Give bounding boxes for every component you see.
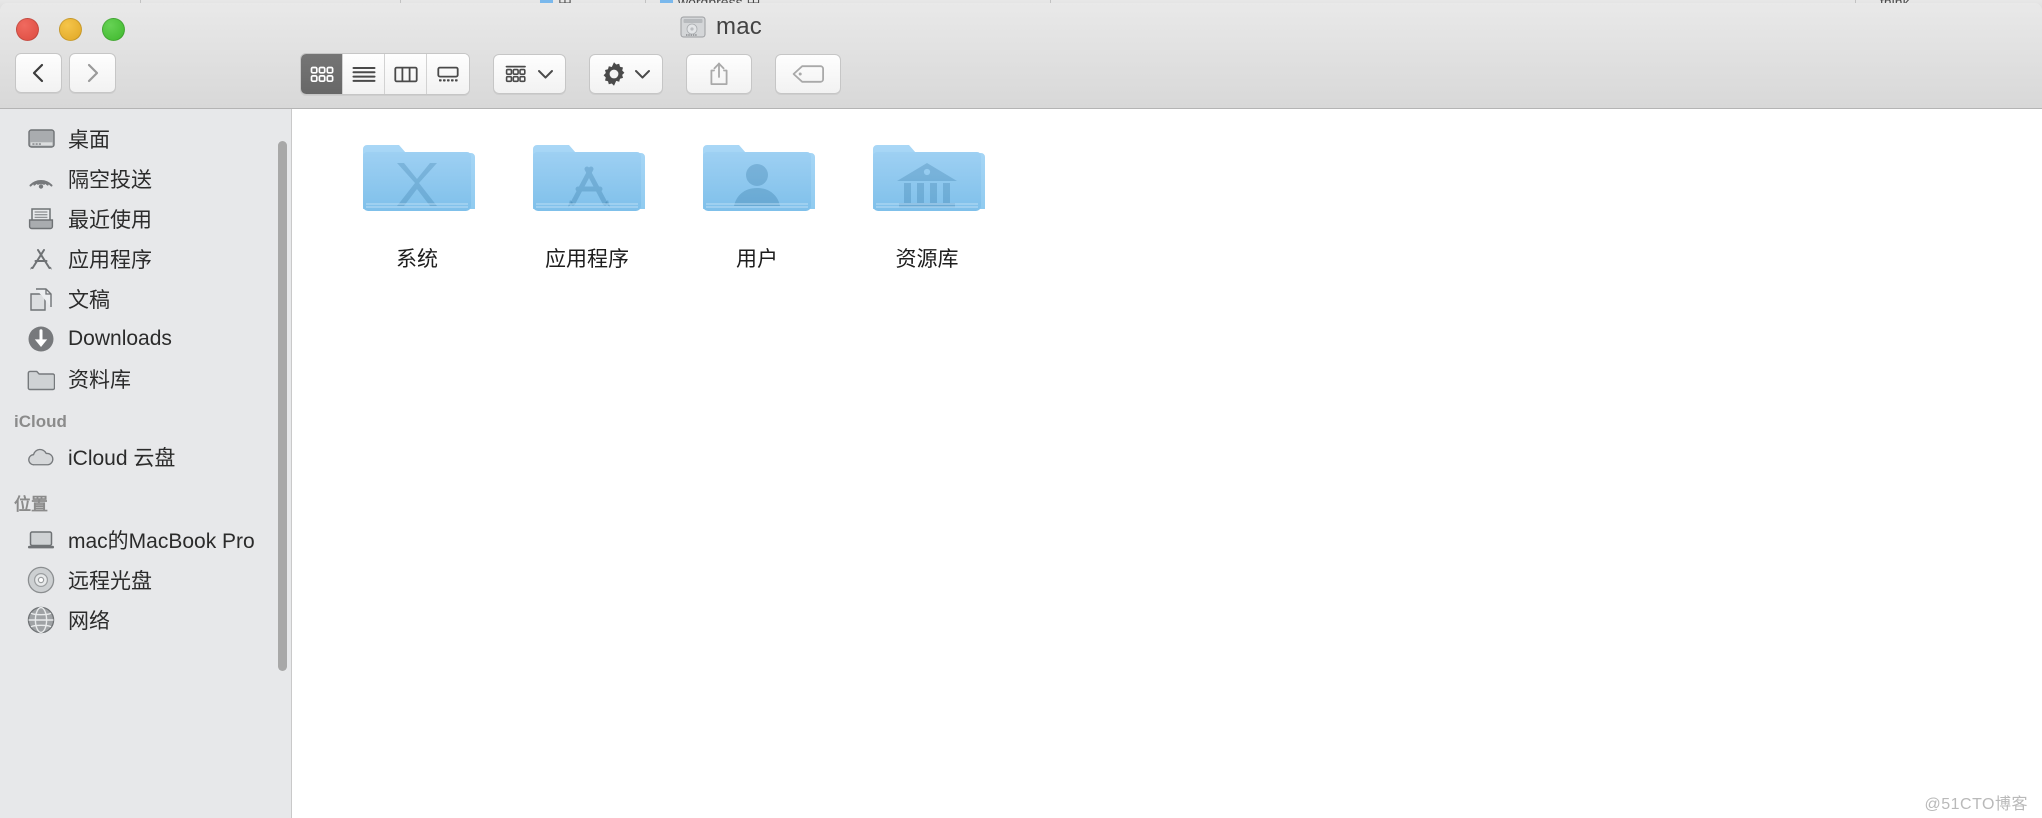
finder-toolbar bbox=[300, 53, 841, 95]
forward-button[interactable] bbox=[69, 53, 116, 93]
sidebar-item-icloud-drive[interactable]: iCloud 云盘 bbox=[0, 437, 291, 477]
folder-icon bbox=[27, 365, 55, 393]
action-button[interactable] bbox=[589, 54, 663, 94]
sidebar-item-airdrop[interactable]: 隔空投送 bbox=[0, 159, 291, 199]
chevron-left-icon bbox=[32, 63, 44, 83]
sidebar-item-network[interactable]: 网络 bbox=[0, 600, 291, 640]
sidebar-item-label: iCloud 云盘 bbox=[68, 447, 176, 470]
sidebar-item-label: 应用程序 bbox=[68, 249, 152, 272]
minimize-window-button[interactable] bbox=[59, 18, 82, 41]
file-label: 应用程序 bbox=[545, 248, 629, 271]
column-view-button[interactable] bbox=[385, 54, 427, 94]
sidebar-item-desktop[interactable]: 桌面 bbox=[0, 119, 291, 159]
cloud-icon bbox=[27, 443, 55, 471]
sidebar-item-applications[interactable]: 应用程序 bbox=[0, 239, 291, 279]
sidebar-item-recents[interactable]: 最近使用 bbox=[0, 199, 291, 239]
sidebar-item-label: mac的MacBook Pro bbox=[68, 530, 255, 553]
airdrop-icon bbox=[27, 165, 55, 193]
sidebar-item-label: Downloads bbox=[68, 327, 172, 350]
sidebar-item-remote-disc[interactable]: 远程光盘 bbox=[0, 560, 291, 600]
sidebar: 桌面 隔空投送 最近使用 应用程序 文稿 Downloads 资料库 iClou… bbox=[0, 109, 292, 818]
file-label: 系统 bbox=[396, 248, 438, 271]
gear-icon bbox=[603, 62, 625, 86]
traffic-lights bbox=[16, 18, 125, 41]
tag-icon bbox=[792, 65, 824, 83]
navigation-buttons bbox=[15, 53, 116, 93]
grid-icon bbox=[310, 66, 333, 82]
hard-drive-icon bbox=[680, 16, 706, 38]
sidebar-item-macbook-pro[interactable]: mac的MacBook Pro bbox=[0, 520, 291, 560]
downloads-icon bbox=[27, 325, 55, 353]
file-item[interactable]: 应用程序 bbox=[502, 131, 672, 273]
columns-icon bbox=[393, 66, 418, 82]
chevron-right-icon bbox=[87, 63, 99, 83]
sidebar-item-library[interactable]: 资料库 bbox=[0, 359, 291, 399]
folder-system-icon bbox=[359, 137, 475, 219]
file-list-area[interactable]: 系统 应用程序 用户 资源库 @51CTO博客 bbox=[292, 109, 2042, 818]
sidebar-item-documents[interactable]: 文稿 bbox=[0, 279, 291, 319]
window-body: 桌面 隔空投送 最近使用 应用程序 文稿 Downloads 资料库 iClou… bbox=[0, 109, 2042, 818]
disc-icon bbox=[27, 566, 55, 594]
documents-icon bbox=[27, 285, 55, 313]
sidebar-item-label: 网络 bbox=[68, 610, 110, 633]
sidebar-item-label: 资料库 bbox=[68, 369, 131, 392]
share-icon bbox=[710, 62, 728, 85]
file-item[interactable]: 系统 bbox=[332, 131, 502, 273]
zoom-window-button[interactable] bbox=[102, 18, 125, 41]
sidebar-item-label: 桌面 bbox=[68, 129, 110, 152]
laptop-icon bbox=[27, 526, 55, 554]
share-button[interactable] bbox=[686, 54, 752, 94]
window-title-group: mac bbox=[0, 11, 2042, 43]
close-window-button[interactable] bbox=[16, 18, 39, 41]
icon-grid: 系统 应用程序 用户 资源库 bbox=[332, 131, 2042, 273]
network-globe-icon bbox=[27, 606, 55, 634]
back-button[interactable] bbox=[15, 53, 62, 93]
file-label: 用户 bbox=[736, 248, 778, 271]
gallery-view-button[interactable] bbox=[427, 54, 469, 94]
chevron-down-icon bbox=[538, 69, 553, 79]
sidebar-scrollbar[interactable] bbox=[278, 141, 287, 671]
sidebar-section-icloud: iCloud bbox=[14, 412, 67, 431]
sidebar-section-locations: 位置 bbox=[14, 495, 48, 514]
watermark: @51CTO博客 bbox=[1924, 796, 2028, 813]
sidebar-item-label: 远程光盘 bbox=[68, 570, 152, 593]
sidebar-item-label: 隔空投送 bbox=[68, 169, 152, 192]
window-title: mac bbox=[716, 13, 762, 40]
window-titlebar: mac bbox=[0, 3, 2042, 109]
desktop-icon bbox=[27, 125, 55, 153]
list-icon bbox=[352, 66, 375, 82]
sidebar-item-label: 最近使用 bbox=[68, 209, 152, 232]
file-item[interactable]: 资源库 bbox=[842, 131, 1012, 273]
folder-library-icon bbox=[869, 137, 985, 219]
chevron-down-icon bbox=[635, 69, 650, 79]
icon-view-button[interactable] bbox=[301, 54, 343, 94]
recents-icon bbox=[27, 205, 55, 233]
finder-window: mac 桌面 隔空投送 最近使用 应用程序 文稿 Downloads 资料库 i… bbox=[0, 3, 2042, 818]
list-view-button[interactable] bbox=[343, 54, 385, 94]
tag-button[interactable] bbox=[775, 54, 841, 94]
sidebar-item-label: 文稿 bbox=[68, 289, 110, 312]
folder-applications-icon bbox=[529, 137, 645, 219]
view-mode-segmented-control bbox=[300, 53, 470, 95]
folder-users-icon bbox=[699, 137, 815, 219]
arrange-button[interactable] bbox=[493, 54, 566, 94]
arrange-icon bbox=[505, 65, 526, 82]
file-label: 资源库 bbox=[895, 248, 959, 271]
gallery-icon bbox=[437, 66, 459, 81]
file-item[interactable]: 用户 bbox=[672, 131, 842, 273]
applications-icon bbox=[27, 245, 55, 273]
sidebar-item-downloads[interactable]: Downloads bbox=[0, 319, 291, 359]
